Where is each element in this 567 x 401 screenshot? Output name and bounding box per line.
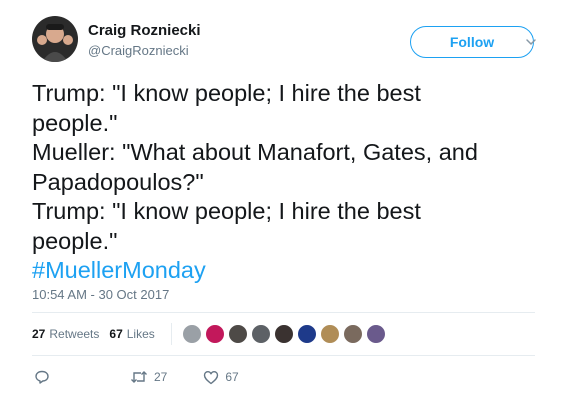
liker-avatar[interactable] (296, 324, 317, 344)
liker-avatar[interactable] (342, 324, 363, 344)
like-button[interactable]: 67 (203, 370, 239, 385)
liker-avatar[interactable] (319, 324, 340, 344)
hashtag-link[interactable]: #MuellerMonday (32, 256, 542, 286)
retweets-label: Retweets (49, 327, 100, 341)
tweet-text-line: people." (32, 227, 118, 254)
heart-icon (204, 370, 219, 384)
tweet-text-line: Trump: "I know people; I hire the best (32, 80, 421, 106)
avatar-image (32, 16, 78, 62)
reply-icon (35, 370, 49, 384)
likes-count: 67 (109, 327, 123, 341)
retweet-count: 27 (154, 370, 168, 384)
liker-avatar[interactable] (204, 324, 225, 344)
likes-label: Likes (126, 327, 155, 341)
retweets-stat[interactable]: 27 Retweets (32, 327, 99, 341)
liker-avatar[interactable] (365, 324, 386, 344)
like-count: 67 (225, 370, 239, 384)
chevron-down-icon[interactable] (524, 35, 538, 49)
tweet-timestamp[interactable]: 10:54 AM - 30 Oct 2017 (32, 287, 169, 302)
author-display-name[interactable]: Craig Rozniecki (88, 22, 201, 39)
tweet-text: Trump: "I know people; I hire the best p… (32, 79, 542, 286)
divider (32, 355, 535, 356)
author-screen-name[interactable]: @CraigRozniecki (88, 43, 189, 58)
liker-avatar[interactable] (181, 324, 202, 344)
tweet-text-line: Mueller: "What about Manafort, Gates, an… (32, 139, 478, 165)
tweet-text-line: Papadopoulos?" (32, 168, 204, 195)
retweet-icon (131, 371, 147, 383)
liker-avatar[interactable] (273, 324, 294, 344)
reply-button[interactable] (34, 369, 50, 385)
divider (32, 312, 535, 313)
likes-stat[interactable]: 67 Likes (109, 327, 154, 341)
tweet-card: Craig Rozniecki @CraigRozniecki Follow T… (0, 0, 567, 401)
stats-separator (170, 323, 172, 345)
author-avatar[interactable] (32, 16, 78, 62)
liker-avatar[interactable] (227, 324, 248, 344)
tweet-text-line: people." (32, 109, 118, 136)
stats-row: 27 Retweets 67 Likes (32, 323, 389, 345)
tweet-text-line: Trump: "I know people; I hire the best (32, 198, 421, 224)
follow-button[interactable]: Follow (410, 26, 534, 58)
liker-avatars (181, 324, 389, 344)
liker-avatar[interactable] (250, 324, 271, 344)
retweet-button[interactable]: 27 (130, 370, 167, 384)
retweets-count: 27 (32, 327, 46, 341)
action-bar: 27 67 (32, 367, 239, 387)
